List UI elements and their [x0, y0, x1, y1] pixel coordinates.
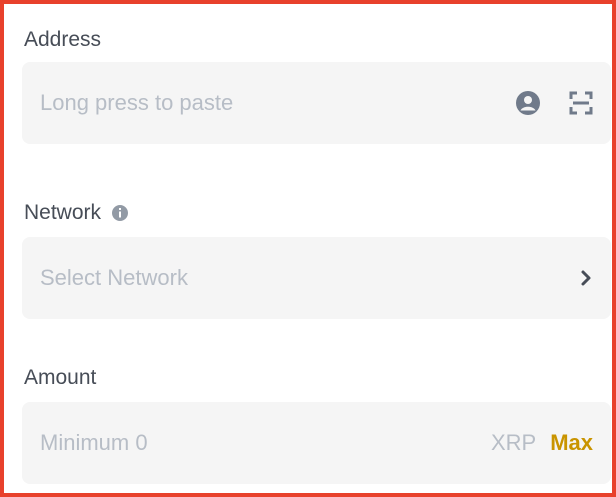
- address-field[interactable]: Long press to paste: [22, 62, 611, 144]
- max-button[interactable]: Max: [550, 430, 593, 456]
- info-icon[interactable]: [111, 204, 129, 222]
- address-label-text: Address: [24, 28, 102, 51]
- amount-label-text: Amount: [24, 366, 97, 389]
- contact-book-icon[interactable]: [515, 90, 541, 116]
- network-placeholder: Select Network: [40, 265, 188, 290]
- address-placeholder: Long press to paste: [40, 90, 234, 115]
- amount-unit: XRP: [490, 430, 537, 455]
- address-label: Address: [24, 26, 101, 54]
- address-icons: [515, 90, 593, 116]
- network-select[interactable]: Select Network: [22, 237, 611, 319]
- amount-field[interactable]: Minimum 0 XRP Max: [22, 402, 611, 484]
- amount-label: Amount: [24, 364, 96, 392]
- scan-qr-icon[interactable]: [569, 91, 593, 115]
- chevron-right-icon[interactable]: [579, 269, 593, 287]
- withdraw-form: Address Long press to paste Network Sele…: [0, 0, 616, 497]
- network-label-text: Network: [24, 201, 102, 224]
- network-label: Network: [24, 199, 129, 227]
- amount-placeholder: Minimum 0: [40, 430, 148, 455]
